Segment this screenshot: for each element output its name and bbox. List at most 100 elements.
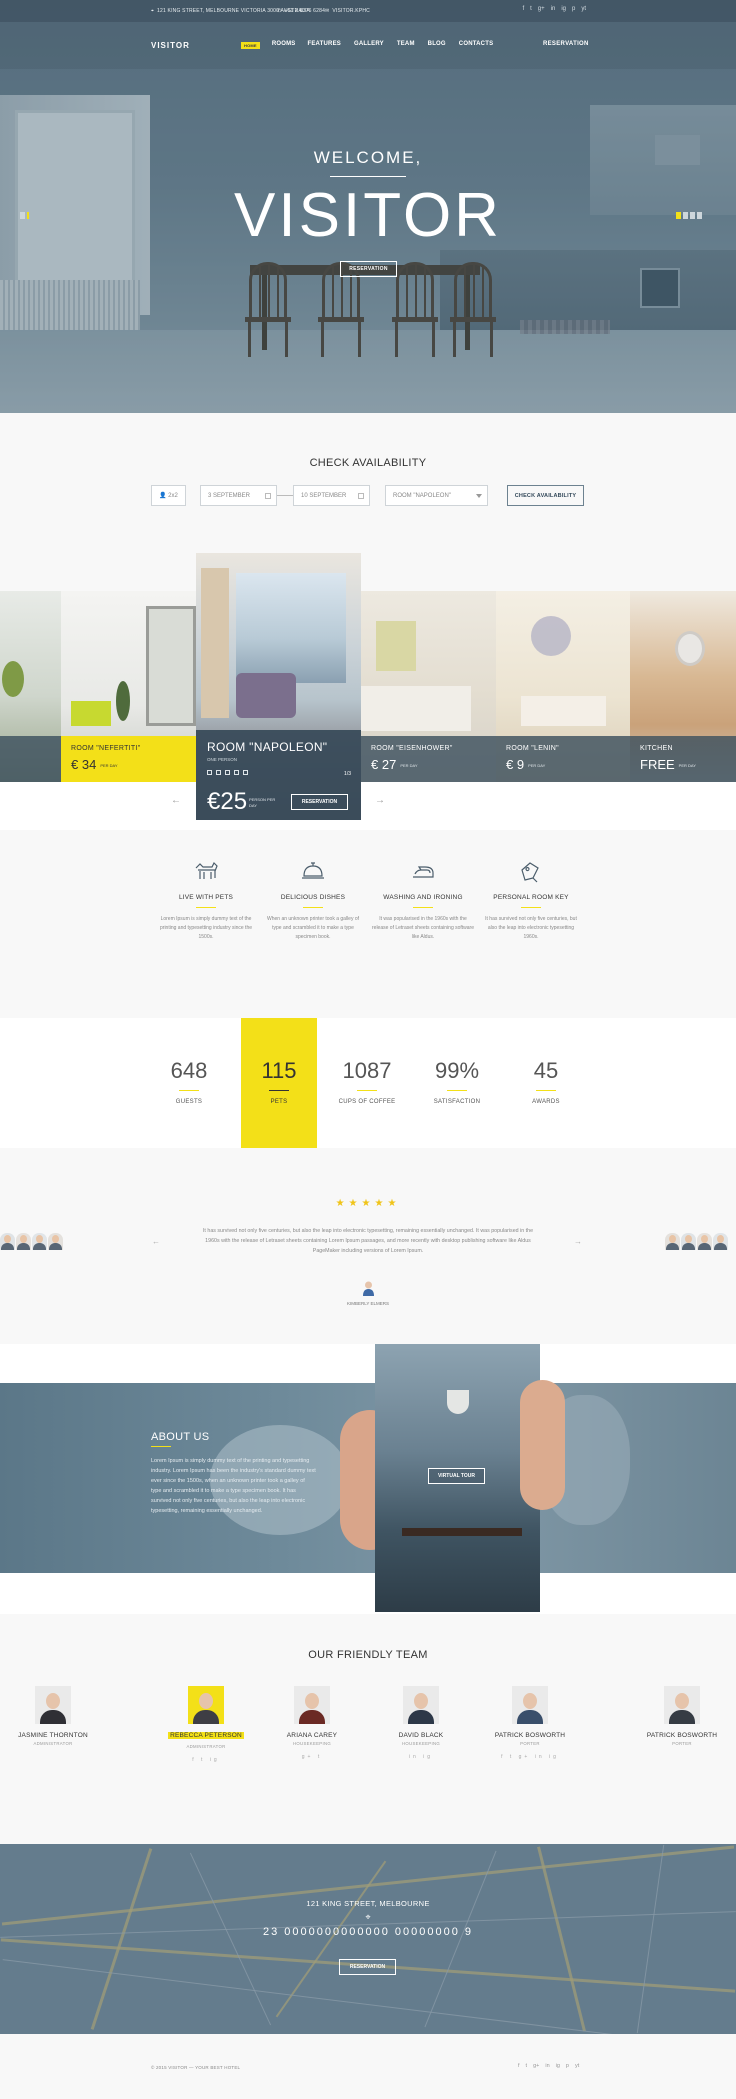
avatar[interactable] [48,1233,63,1250]
hero-slider-prev[interactable] [20,212,29,219]
nav-item-features[interactable]: FEATURES [307,41,341,49]
instagram-icon[interactable]: ig [561,6,566,12]
hero-welcome: WELCOME, [313,148,423,167]
avatar[interactable] [188,1686,224,1724]
room-card-nefertiti[interactable]: ROOM "NEFERTITI" € 34 PER DAY [61,591,196,782]
hero-reservation-button[interactable]: RESERVATION [340,261,397,277]
avatar[interactable] [16,1233,31,1250]
room-card-caption: KITCHEN FREE PER DAY [630,736,736,782]
facebook-icon[interactable]: f [518,2063,520,2069]
member-name: REBECCA PETERSON [168,1732,244,1739]
featured-room-reservation-button[interactable]: RESERVATION [291,794,348,810]
map-section[interactable] [0,1844,736,2034]
rooms-next-arrow[interactable]: → [375,795,385,806]
virtual-tour-button[interactable]: VIRTUAL TOUR [428,1468,485,1484]
google-plus-icon[interactable]: g+ [533,2063,539,2069]
twitter-icon[interactable]: t [530,6,532,12]
topbar-email[interactable]: ✉ VISITOR.KPHC [325,8,370,14]
featured-room-price: €25 [207,788,248,815]
room-name: KITCHEN [640,745,673,752]
room-name: ROOM "EISENHOWER" [371,745,453,752]
rooms-prev-arrow[interactable]: ← [171,795,181,806]
instagram-icon[interactable]: ig [556,2063,560,2069]
member-name: JASMINE THORNTON [18,1732,88,1739]
avatar[interactable] [35,1686,71,1724]
checkin-field[interactable]: 3 SEPTEMBER [200,485,277,506]
facebook-icon[interactable]: f [522,6,524,12]
room-painting [376,621,416,671]
member-role: HOUSEKEEPING [293,1741,331,1746]
avatar[interactable] [294,1686,330,1724]
date-range-dash [277,495,293,496]
room-window-view [236,573,346,683]
avatar[interactable] [32,1233,47,1250]
team-member: PATRICK BOSWORTH PORTER [632,1686,732,1754]
slider-dot [697,212,702,219]
google-plus-icon[interactable]: g+ [538,6,545,12]
avatar[interactable] [697,1233,712,1250]
avatar[interactable] [664,1686,700,1724]
linkedin-icon[interactable]: in [545,2063,549,2069]
topbar-phone-text: +61 3 8376 6284 [284,8,326,14]
nav-item-home[interactable]: HOME [241,42,260,49]
avatar[interactable] [0,1233,15,1250]
member-socials[interactable]: f t ig [156,1757,256,1763]
twitter-icon[interactable]: t [526,2063,528,2069]
room-card-eisenhower[interactable]: ROOM "EISENHOWER" € 27 PER DAY [361,591,496,782]
member-socials[interactable]: in ig [371,1754,471,1760]
avatar[interactable] [681,1233,696,1250]
member-name: DAVID BLACK [398,1732,444,1739]
nav-item-contacts[interactable]: CONTACTS [459,41,494,49]
feature-pets: LIVE WITH PETS Lorem Ipsum is simply dum… [151,858,261,942]
room-select[interactable]: ROOM "NAPOLEON" [385,485,488,506]
pinterest-icon[interactable]: p [566,2063,569,2069]
avatar[interactable] [403,1686,439,1724]
avatar[interactable] [713,1233,728,1250]
check-availability-button[interactable]: CHECK AVAILABILITY [507,485,584,506]
stat-divider [179,1090,199,1091]
pinterest-icon[interactable]: p [572,6,575,12]
kitchen-clock [675,631,705,666]
avatar[interactable] [665,1233,680,1250]
room-card-lenin[interactable]: ROOM "LENIN" € 9 PER DAY [496,591,630,782]
nav-item-gallery[interactable]: GALLERY [354,41,384,49]
room-price: € 27 [371,757,397,772]
testimonial-next-arrow[interactable]: → [574,1237,582,1246]
feature-room-key: PERSONAL ROOM KEY It has survived not on… [476,858,586,942]
guests-field[interactable]: 👤 2x2 [151,485,186,506]
member-socials[interactable]: g+ t [262,1754,362,1760]
member-name: PATRICK BOSWORTH [646,1732,718,1739]
room-select-value: ROOM "NAPOLEON" [393,492,451,499]
logo[interactable]: VISITOR [151,41,190,50]
stat-divider [357,1090,377,1091]
room-plant [116,681,130,721]
chandelier-image [447,1390,469,1414]
youtube-icon[interactable]: yt [581,6,586,12]
checkout-value: 10 SEPTEMBER [301,492,347,499]
avatar[interactable] [512,1686,548,1724]
nav-reservation[interactable]: RESERVATION [543,41,589,47]
nav-item-team[interactable]: TEAM [397,41,415,49]
map-reservation-button[interactable]: RESERVATION [339,1959,396,1975]
nav-item-blog[interactable]: BLOG [428,41,446,49]
team-member: DAVID BLACK HOUSEKEEPING in ig [371,1686,471,1760]
user-icon: 👤 [159,493,169,499]
youtube-icon[interactable]: yt [575,2063,579,2069]
hero-slider-dots[interactable] [676,212,702,219]
room-card-kitchen[interactable]: KITCHEN FREE PER DAY [630,591,736,782]
rating-stars: ★★★★★ [335,1198,401,1209]
room-card-partial[interactable] [0,591,61,782]
wifi-icon [216,770,221,775]
stat-number: 99% [434,1058,480,1083]
room-card-caption: ROOM "EISENHOWER" € 27 PER DAY [361,736,496,782]
testimonial-prev-arrow[interactable]: ← [152,1237,160,1246]
linkedin-icon[interactable]: in [551,6,556,12]
slider-dot [20,212,25,219]
member-socials[interactable]: f t g+ in ig [480,1754,580,1760]
room-armchair [236,673,296,718]
feature-dishes: DELICIOUS DISHES When an unknown printer… [258,858,368,942]
checkout-field[interactable]: 10 SEPTEMBER [293,485,370,506]
nav-item-rooms[interactable]: ROOMS [272,41,296,49]
main-nav: VISITOR HOME ROOMS FEATURES GALLERY TEAM… [0,22,736,69]
room-card-napoleon[interactable]: ROOM "NAPOLEON" ONE PERSON €25 PERSON PE… [196,553,361,820]
